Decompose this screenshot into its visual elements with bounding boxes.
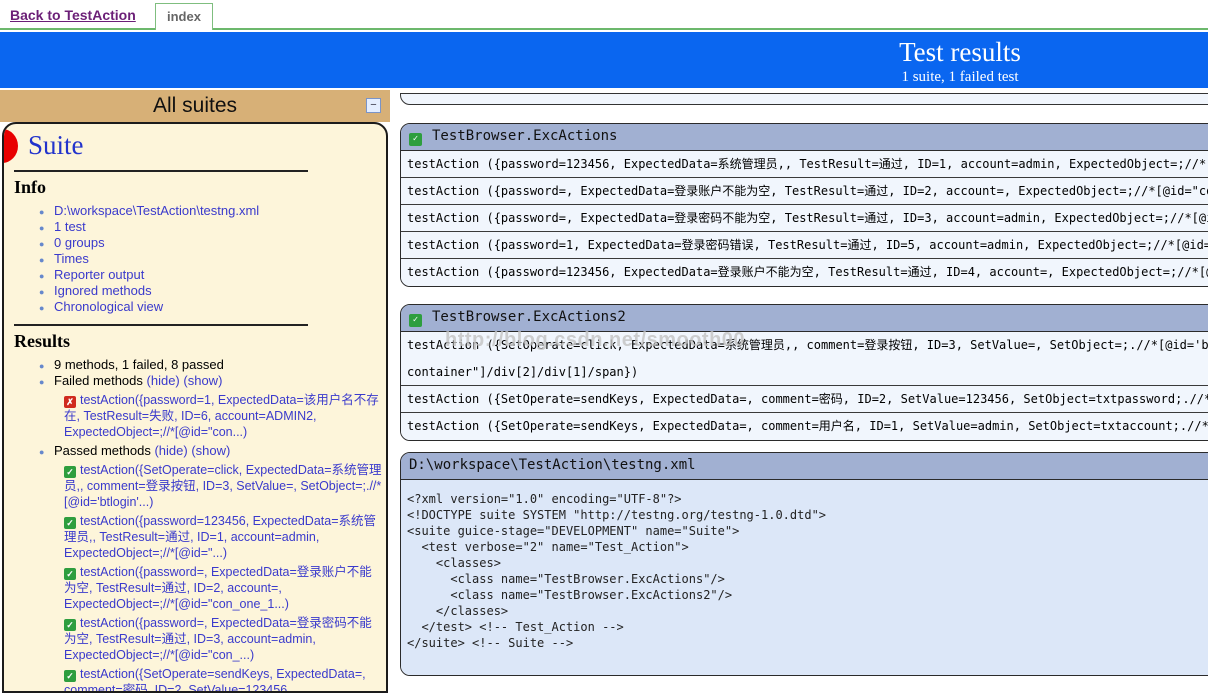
back-to-testaction-link[interactable]: Back to TestAction [10, 7, 136, 23]
methods-summary-text: 9 methods, 1 failed, 8 passed [54, 357, 224, 372]
test-method-row: testAction ({password=123456, ExpectedDa… [401, 151, 1208, 178]
info-item-tests: 1 test [40, 219, 382, 235]
class-name: TestBrowser.ExcActions2 [432, 309, 626, 325]
reporter-output-link[interactable]: Reporter output [54, 267, 144, 282]
collapse-button[interactable]: − [366, 98, 381, 113]
passed-method-link[interactable]: testAction({SetOperate=sendKeys, Expecte… [64, 667, 366, 693]
divider [14, 170, 308, 172]
test-method-row: testAction ({SetOperate=sendKeys, Expect… [401, 413, 1208, 440]
passed-show-link[interactable]: (show) [191, 443, 230, 458]
xml-line: </suite> <!-- Suite --> [407, 635, 1208, 651]
xml-line: </test> <!-- Test_Action --> [407, 619, 1208, 635]
failed-icon: ✗ [64, 396, 76, 408]
tab-index[interactable]: index [155, 3, 213, 30]
panel-header: D:\workspace\TestAction\testng.xml [401, 453, 1208, 480]
suite-summary: 1 suite, 1 failed test [708, 69, 1208, 86]
ignored-methods-link[interactable]: Ignored methods [54, 283, 152, 298]
info-item-ignored-methods: Ignored methods [40, 283, 382, 299]
passed-icon: ✓ [64, 517, 76, 529]
failed-show-link[interactable]: (show) [183, 373, 222, 388]
passed-method-link[interactable]: testAction({password=, ExpectedData=登录密码… [64, 616, 372, 662]
row-line: testAction ({SetOperate=click, ExpectedD… [407, 332, 1208, 359]
previous-panel-stub [400, 93, 1208, 105]
passed-method-entry: ✓testAction({password=123456, ExpectedDa… [64, 513, 382, 561]
xml-file-path: D:\workspace\TestAction\testng.xml [409, 457, 696, 473]
xml-line: <test verbose="2" name="Test_Action"> [407, 539, 1208, 555]
passed-method-entry: ✓testAction({password=, ExpectedData=登录密… [64, 615, 382, 663]
results-list: 9 methods, 1 failed, 8 passed Failed met… [4, 357, 386, 693]
passed-method-entry: ✓testAction({SetOperate=sendKeys, Expect… [64, 666, 382, 693]
main-content: ✓ TestBrowser.ExcActions testAction ({pas… [400, 90, 1208, 669]
divider [14, 324, 308, 326]
xml-line: <?xml version="1.0" encoding="UTF-8"?> [407, 491, 1208, 507]
xml-source: <?xml version="1.0" encoding="UTF-8"?> <… [401, 480, 1208, 675]
passed-icon: ✓ [409, 314, 422, 327]
info-heading: Info [14, 177, 386, 198]
tests-link[interactable]: 1 test [54, 219, 86, 234]
all-suites-title: All suites [153, 94, 237, 117]
passed-icon: ✓ [64, 619, 76, 631]
failed-hide-link[interactable]: (hide) [147, 373, 180, 388]
info-item-reporter-output: Reporter output [40, 267, 382, 283]
chronological-view-link[interactable]: Chronological view [54, 299, 163, 314]
testng-xml-link[interactable]: D:\workspace\TestAction\testng.xml [54, 203, 259, 218]
passed-methods-label: Passed methods [54, 443, 151, 458]
test-method-row: testAction ({password=1, ExpectedData=登录… [401, 232, 1208, 259]
class-name: TestBrowser.ExcActions [432, 128, 617, 144]
suite-accent-icon [2, 129, 18, 163]
test-method-row: testAction ({SetOperate=sendKeys, Expect… [401, 386, 1208, 413]
results-banner: Test results 1 suite, 1 failed test [0, 32, 1208, 88]
xml-line: <suite guice-stage="DEVELOPMENT" name="S… [407, 523, 1208, 539]
info-item-times: Times [40, 251, 382, 267]
info-item-groups: 0 groups [40, 235, 382, 251]
testng-xml-panel: D:\workspace\TestAction\testng.xml <?xml… [400, 452, 1208, 676]
xml-line: <class name="TestBrowser.ExcActions2"/> [407, 587, 1208, 603]
passed-icon: ✓ [64, 670, 76, 682]
passed-method-entry: ✓testAction({SetOperate=click, ExpectedD… [64, 462, 382, 510]
results-heading: Results [14, 331, 386, 352]
test-method-row: testAction ({password=, ExpectedData=登录账… [401, 178, 1208, 205]
suite-panel: Suite Info D:\workspace\TestAction\testn… [2, 122, 388, 693]
methods-summary: 9 methods, 1 failed, 8 passed [40, 357, 382, 373]
test-class-panel-excactions2: ✓ TestBrowser.ExcActions2 testAction ({Se… [400, 304, 1208, 441]
passed-hide-link[interactable]: (hide) [154, 443, 187, 458]
all-suites-header: All suites − [0, 90, 390, 122]
sidebar: All suites − Suite Info D:\workspace\Tes… [0, 90, 390, 669]
topbar: Back to TestAction index [0, 0, 1208, 30]
passed-method-link[interactable]: testAction({password=, ExpectedData=登录账户… [64, 565, 372, 611]
info-item-testng-xml: D:\workspace\TestAction\testng.xml [40, 203, 382, 219]
panel-header: ✓ TestBrowser.ExcActions [401, 124, 1208, 151]
row-line: container"]/div[2]/div[1]/span}) [407, 359, 1208, 386]
passed-icon: ✓ [64, 568, 76, 580]
times-link[interactable]: Times [54, 251, 89, 266]
page-title: Test results [708, 37, 1208, 68]
passed-method-link[interactable]: testAction({password=123456, ExpectedDat… [64, 514, 376, 560]
passed-method-entry: ✓testAction({password=, ExpectedData=登录账… [64, 564, 382, 612]
suite-title: Suite [28, 130, 386, 161]
xml-line: <class name="TestBrowser.ExcActions"/> [407, 571, 1208, 587]
test-method-row: testAction ({SetOperate=click, ExpectedD… [401, 332, 1208, 386]
failed-method-link[interactable]: testAction({password=1, ExpectedData=该用户… [64, 393, 379, 439]
failed-method-entry: ✗testAction({password=1, ExpectedData=该用… [64, 392, 382, 440]
xml-line: <!DOCTYPE suite SYSTEM "http://testng.or… [407, 507, 1208, 523]
panel-header: ✓ TestBrowser.ExcActions2 [401, 305, 1208, 332]
info-list: D:\workspace\TestAction\testng.xml 1 tes… [4, 203, 386, 315]
passed-method-link[interactable]: testAction({SetOperate=click, ExpectedDa… [64, 463, 382, 509]
failed-methods-label: Failed methods [54, 373, 143, 388]
info-item-chronological-view: Chronological view [40, 299, 382, 315]
passed-icon: ✓ [409, 133, 422, 146]
xml-line: <classes> [407, 555, 1208, 571]
test-method-row: testAction ({password=, ExpectedData=登录密… [401, 205, 1208, 232]
groups-link[interactable]: 0 groups [54, 235, 105, 250]
failed-methods-section: Failed methods (hide) (show) ✗testAction… [40, 373, 382, 440]
xml-line: </classes> [407, 603, 1208, 619]
passed-methods-section: Passed methods (hide) (show) ✓testAction… [40, 443, 382, 693]
passed-icon: ✓ [64, 466, 76, 478]
test-class-panel-excactions: ✓ TestBrowser.ExcActions testAction ({pas… [400, 123, 1208, 287]
test-method-row: testAction ({password=123456, ExpectedDa… [401, 259, 1208, 286]
